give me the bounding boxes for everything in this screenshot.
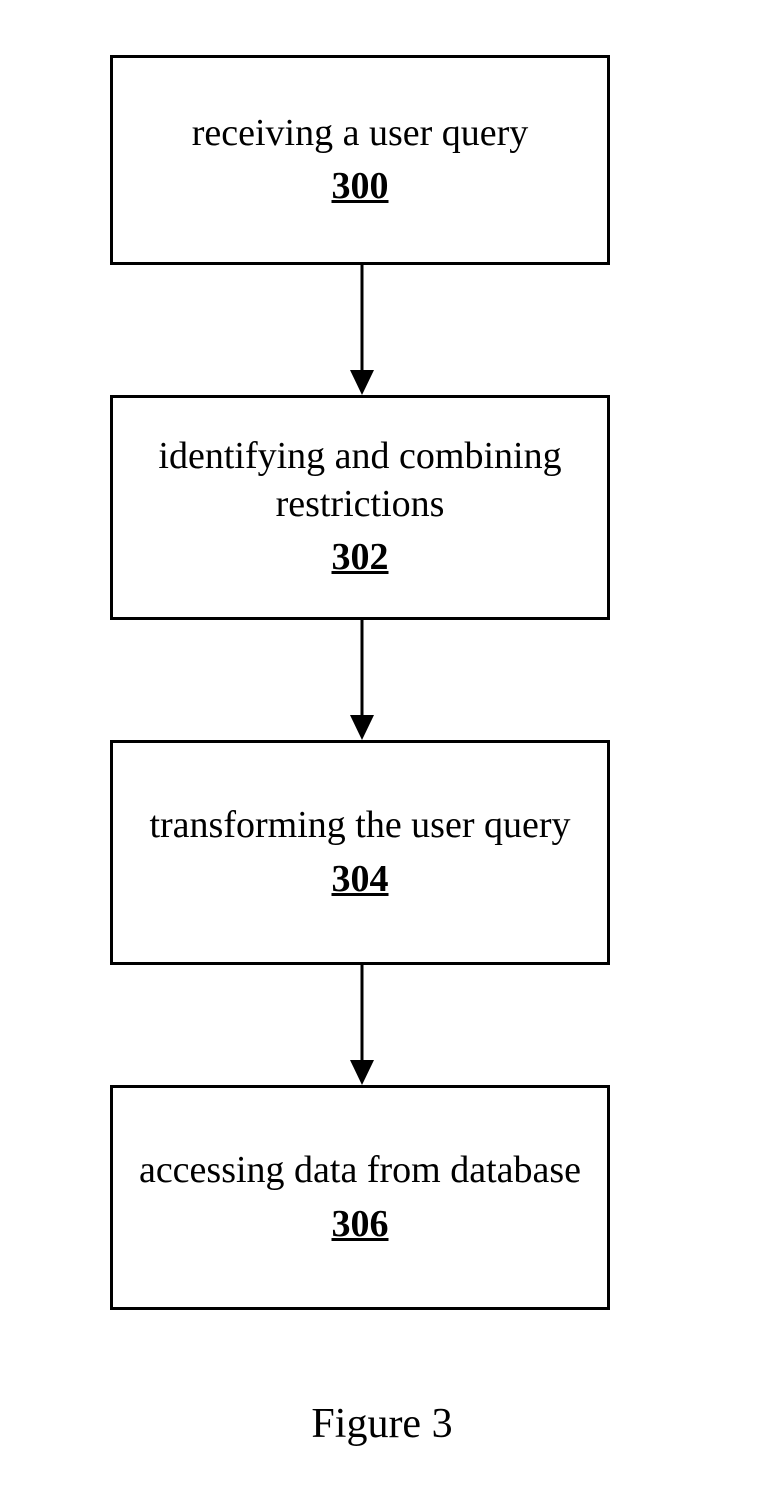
step-label: transforming the user query xyxy=(149,802,570,850)
step-ref: 302 xyxy=(332,534,389,582)
step-label: identifying and combining restrictions xyxy=(133,433,587,528)
flowchart-canvas: receiving a user query 300 identifying a… xyxy=(0,0,764,1506)
step-box-306: accessing data from database 306 xyxy=(110,1085,610,1310)
step-ref: 306 xyxy=(332,1201,389,1249)
step-ref: 304 xyxy=(332,856,389,904)
arrow-2 xyxy=(347,620,377,740)
step-box-304: transforming the user query 304 xyxy=(110,740,610,965)
step-label: receiving a user query xyxy=(192,110,529,158)
arrow-1 xyxy=(347,265,377,395)
step-ref: 300 xyxy=(332,163,389,211)
arrow-3 xyxy=(347,965,377,1085)
step-box-302: identifying and combining restrictions 3… xyxy=(110,395,610,620)
step-label: accessing data from database xyxy=(139,1147,581,1195)
figure-caption: Figure 3 xyxy=(0,1400,764,1448)
step-box-300: receiving a user query 300 xyxy=(110,55,610,265)
